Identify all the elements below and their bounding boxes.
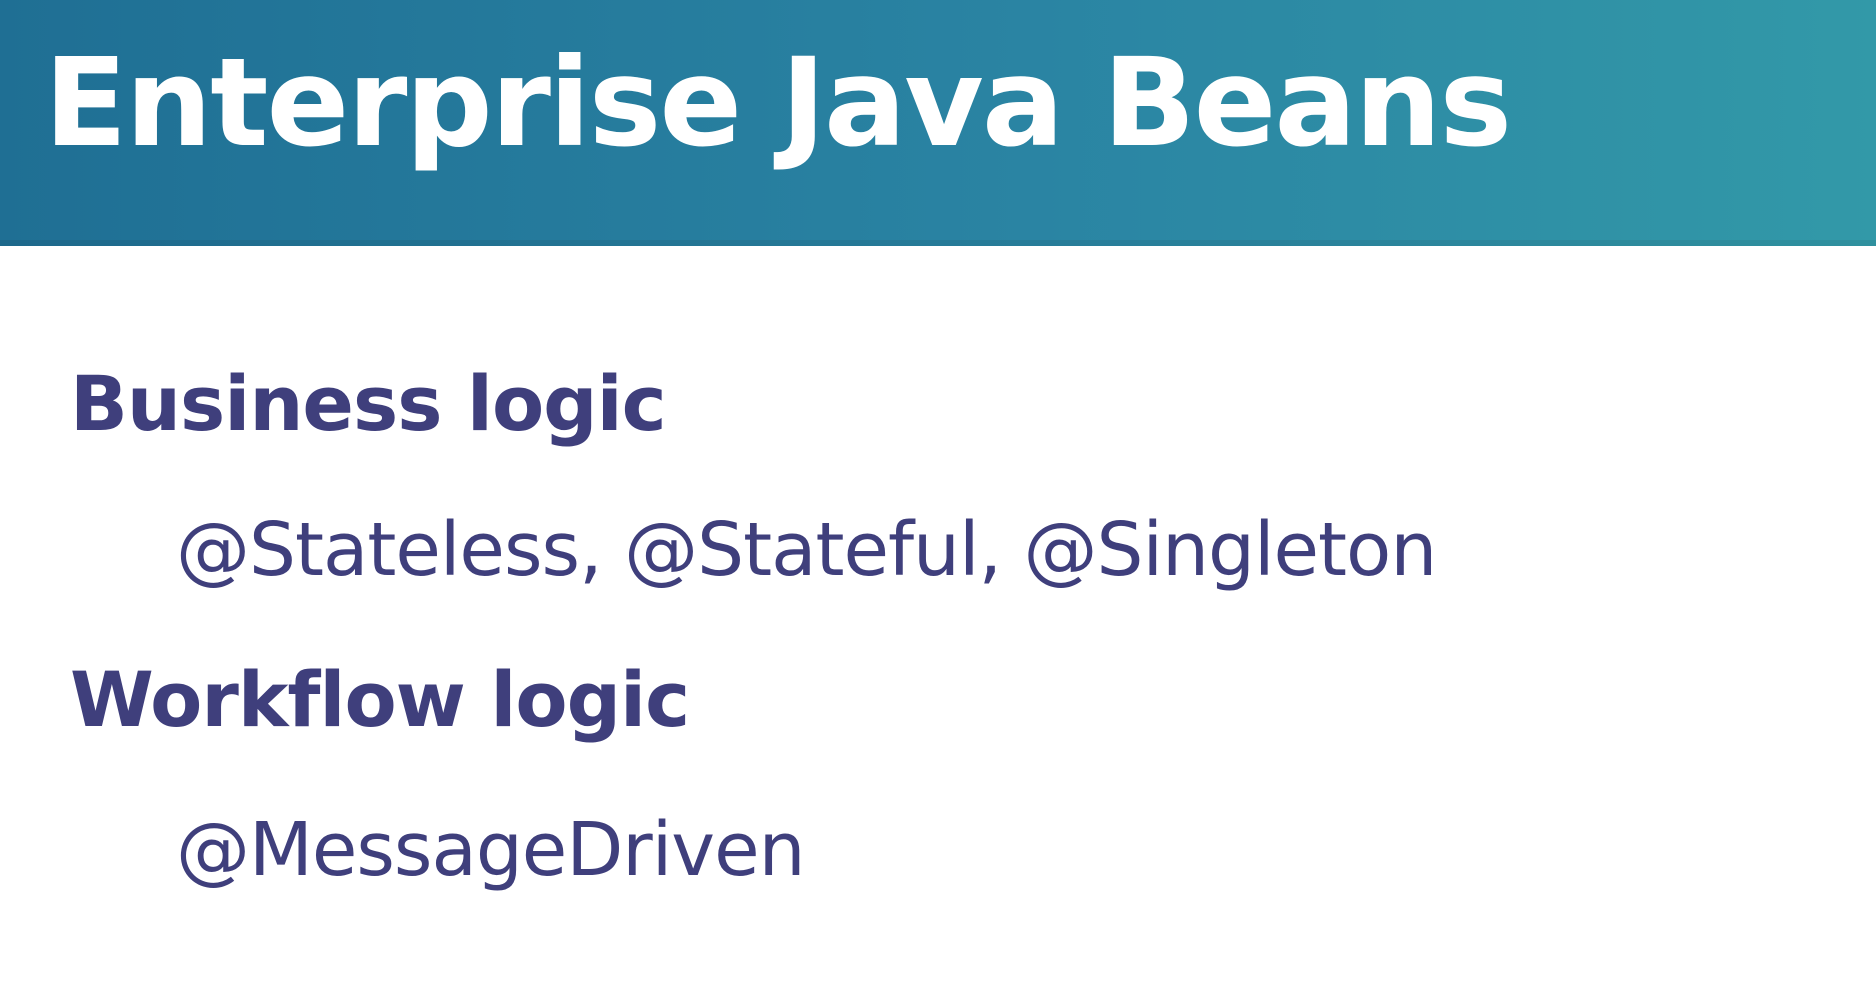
slide-title: Enterprise Java Beans: [44, 32, 1512, 174]
section-heading-business-logic: Business logic: [70, 359, 667, 448]
slide-content: Business logic @Stateless, @Stateful, @S…: [0, 246, 1876, 1004]
title-bar: Enterprise Java Beans: [0, 0, 1876, 246]
slide: Enterprise Java Beans Business logic @St…: [0, 0, 1876, 1004]
section-item-workflow-annotation: @MessageDriven: [176, 807, 806, 893]
section-item-business-annotations: @Stateless, @Stateful, @Singleton: [176, 507, 1437, 593]
section-heading-workflow-logic: Workflow logic: [70, 655, 690, 744]
